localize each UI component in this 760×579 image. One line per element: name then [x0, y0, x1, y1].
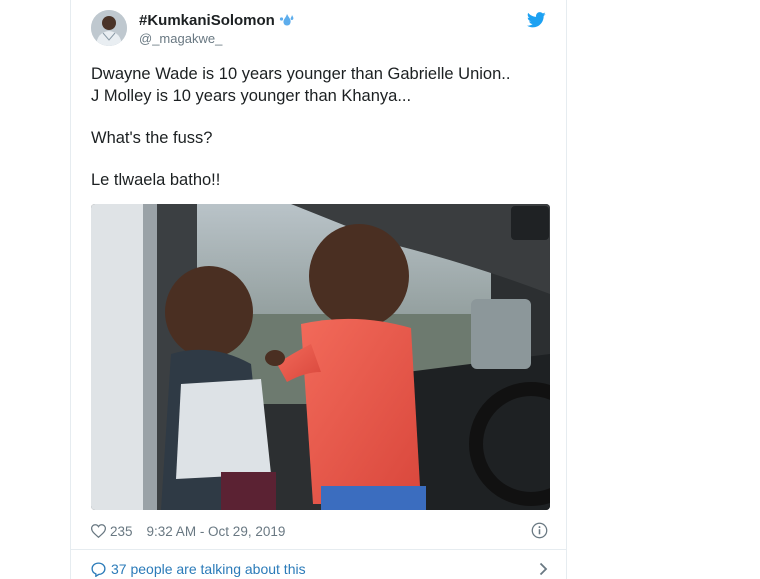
user-handle[interactable]: @_magakwe_ — [139, 31, 222, 46]
speech-bubble-icon — [91, 561, 106, 577]
heart-icon[interactable] — [91, 524, 106, 538]
tweet-meta: 235 9:32 AM - Oct 29, 2019 — [91, 521, 548, 541]
tweet-line-4: Le tlwaela batho!! — [91, 171, 221, 189]
avatar[interactable] — [91, 10, 127, 46]
divider — [71, 549, 566, 550]
twitter-bird-icon[interactable] — [527, 12, 546, 28]
like-button[interactable]: 235 — [91, 524, 133, 539]
tweet-card: #KumkaniSolomon @_magakwe_ Dwayne Wade i… — [70, 0, 567, 579]
tweet-line-1: Dwayne Wade is 10 years younger than Gab… — [91, 65, 511, 83]
tweet-text: Dwayne Wade is 10 years younger than Gab… — [91, 63, 546, 191]
like-count: 235 — [110, 523, 133, 539]
chevron-right-icon[interactable] — [539, 562, 548, 576]
conversation-link[interactable]: 37 people are talking about this — [91, 559, 548, 579]
display-name-text[interactable]: #KumkaniSolomon — [139, 12, 275, 29]
display-name[interactable]: #KumkaniSolomon — [139, 12, 296, 29]
tweet-line-2: J Molley is 10 years younger than Khanya… — [91, 87, 412, 105]
tweet-line-3: What's the fuss? — [91, 129, 213, 147]
tweet-photo[interactable] — [91, 204, 550, 510]
info-icon[interactable] — [531, 522, 548, 539]
timestamp[interactable]: 9:32 AM - Oct 29, 2019 — [147, 524, 286, 539]
conversation-text[interactable]: 37 people are talking about this — [111, 561, 306, 577]
splash-emoji-icon — [279, 13, 294, 25]
